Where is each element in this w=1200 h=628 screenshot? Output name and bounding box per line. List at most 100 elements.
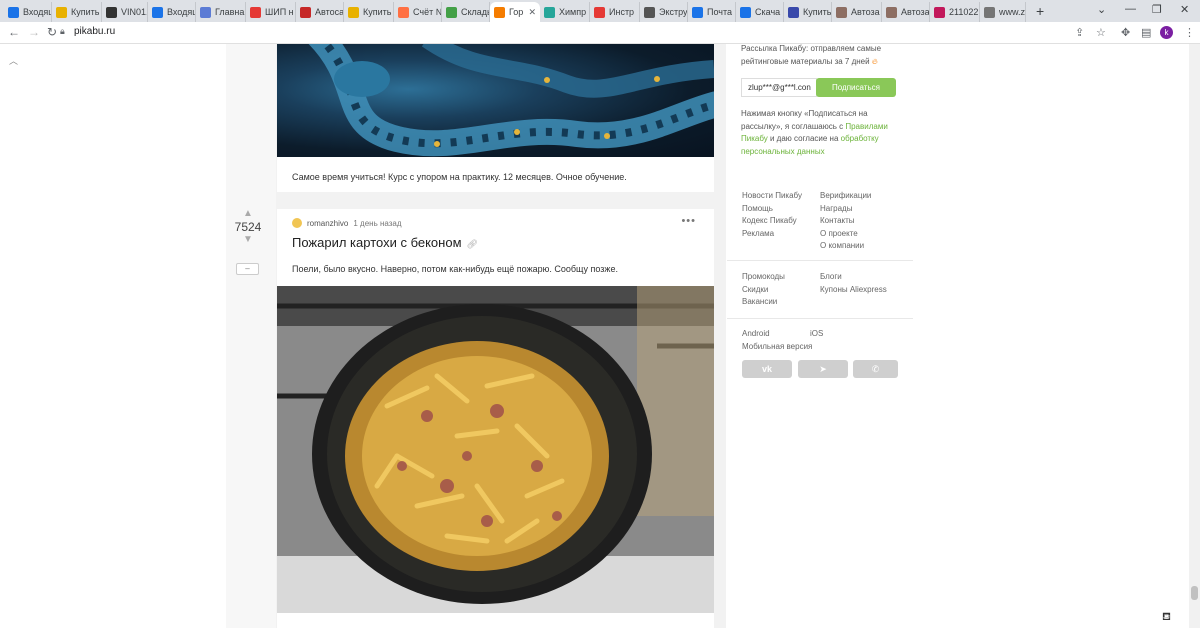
profile-avatar[interactable]: k <box>1160 26 1173 39</box>
browser-toolbar: ← → ↻ 🔒︎ pikabu.ru ⇪ ☆ ✥ ▤ k ⋮ <box>0 22 1200 44</box>
author-name[interactable]: romanzhivo <box>307 219 348 228</box>
browser-menu-icon[interactable]: ⋮ <box>1184 26 1195 39</box>
mobile-version-link[interactable]: Мобильная версия <box>742 342 812 351</box>
close-tab-icon[interactable]: ✕ <box>528 7 536 18</box>
telegram-icon: ➤ <box>819 364 827 374</box>
telegram-button[interactable]: ➤ <box>798 360 848 378</box>
bookmark-star-icon[interactable]: ☆ <box>1096 26 1106 39</box>
footer-link[interactable]: Промокоды <box>742 272 785 281</box>
snake-image[interactable] <box>277 44 714 157</box>
vk-icon: vk <box>761 364 772 374</box>
downvote-icon[interactable]: ▼ <box>233 235 263 245</box>
restore-icon[interactable]: ❐ <box>1152 3 1162 16</box>
subscribe-button[interactable]: Подписаться <box>816 78 896 97</box>
browser-tab[interactable]: Входящ <box>148 2 196 22</box>
download-icon <box>740 6 751 18</box>
vk-button[interactable]: vk <box>742 360 792 378</box>
minimize-icon[interactable]: — <box>1125 3 1136 15</box>
sidebar-divider <box>727 260 913 261</box>
upvote-icon[interactable]: ▲ <box>233 209 263 219</box>
footer-link[interactable]: Скидки <box>742 285 768 294</box>
paint-bucket-icon[interactable]: ⛾ <box>1162 611 1171 625</box>
footer-link[interactable]: Контакты <box>820 216 855 225</box>
ad-caption[interactable]: Самое время учиться! Курс с упором на пр… <box>292 172 627 182</box>
new-tab-button[interactable]: + <box>1036 3 1044 19</box>
browser-tab[interactable]: ШИП н <box>246 2 296 22</box>
browser-tab-strip: Входящ Купить VIN01.r Входящ Главна ШИП н Авто… <box>0 0 1200 22</box>
link-icon[interactable]: 🔗︎ <box>467 239 478 249</box>
lock-icon[interactable]: 🔒︎ <box>60 26 65 37</box>
more-options-icon[interactable]: ••• <box>681 215 696 227</box>
fire-icon: 🔥︎ <box>871 56 878 66</box>
footer-link[interactable]: О компании <box>820 241 864 250</box>
author-avatar[interactable] <box>292 218 302 228</box>
browser-tab[interactable]: Счёт № <box>394 2 442 22</box>
newsletter-text: Рассылка Пикабу: отправляем самые рейтин… <box>741 43 901 68</box>
address-bar[interactable]: pikabu.ru <box>74 26 115 37</box>
tab-label: www.z <box>999 7 1026 17</box>
tab-label: Входящ <box>23 7 51 17</box>
rating-value: 7524 <box>234 220 262 234</box>
browser-tab[interactable]: Скача <box>736 2 784 22</box>
post-title[interactable]: Пожарил картохи с беконом 🔗︎ <box>292 235 478 250</box>
post-title-text[interactable]: Пожарил картохи с беконом <box>292 235 462 250</box>
vote-widget: ▲ 7524 ▼ <box>233 209 263 245</box>
close-window-icon[interactable]: ✕ <box>1180 3 1189 16</box>
browser-tab[interactable]: Почта <box>688 2 736 22</box>
newsletter-email-input[interactable]: zlup***@g***l.con <box>741 78 817 97</box>
browser-tab[interactable]: Автоза <box>882 2 930 22</box>
footer-link[interactable]: Новости Пикабу <box>742 191 802 200</box>
wiki-icon <box>644 6 655 18</box>
scrollbar-thumb[interactable] <box>1191 586 1198 600</box>
tab-search-icon[interactable]: ⌄ <box>1097 3 1106 16</box>
reading-list-icon[interactable]: ▤ <box>1141 26 1151 39</box>
browser-tab[interactable]: 211022 <box>930 2 980 22</box>
post-card: romanzhivo 1 день назад ••• Пожарил карт… <box>277 209 714 628</box>
android-link[interactable]: Android <box>742 329 770 338</box>
browser-tab[interactable]: Купить <box>344 2 394 22</box>
site-icon <box>788 6 799 18</box>
browser-tab[interactable]: Главна <box>196 2 246 22</box>
tab-label: Автоза <box>901 7 930 17</box>
footer-link[interactable]: О проекте <box>820 229 858 238</box>
ios-link[interactable]: iOS <box>810 329 823 338</box>
browser-tab[interactable]: Автоза <box>832 2 882 22</box>
browser-tab[interactable]: www.z <box>980 2 1026 22</box>
footer-link[interactable]: Кодекс Пикабу <box>742 216 797 225</box>
viber-button[interactable]: ✆ <box>853 360 898 378</box>
tab-label: Химпр <box>559 7 587 17</box>
extensions-icon[interactable]: ✥ <box>1121 26 1130 39</box>
browser-tab[interactable]: Автоса <box>296 2 344 22</box>
collapse-post-button[interactable]: – <box>236 263 259 275</box>
footer-link[interactable]: Помощь <box>742 204 773 213</box>
post-meta: romanzhivo 1 день назад <box>292 218 402 228</box>
footer-link[interactable]: Купоны Aliexpress <box>820 285 887 294</box>
site-icon <box>544 6 555 18</box>
tab-label: Почта <box>707 7 732 17</box>
fried-potatoes-photo[interactable] <box>277 286 714 613</box>
share-icon[interactable]: ⇪ <box>1075 26 1084 39</box>
browser-tab[interactable]: Купить <box>52 2 102 22</box>
browser-tab[interactable]: Входящ <box>4 2 52 22</box>
footer-link[interactable]: Вакансии <box>742 297 777 306</box>
footer-link[interactable]: Верификации <box>820 191 871 200</box>
back-icon[interactable]: ← <box>8 25 20 39</box>
browser-tab[interactable]: Химпр <box>540 2 590 22</box>
scroll-up-chevron-icon[interactable]: ︿ <box>9 54 18 67</box>
browser-tab[interactable]: Купить <box>784 2 832 22</box>
shop-icon <box>348 6 359 18</box>
browser-tab[interactable]: Экстру <box>640 2 688 22</box>
browser-tab[interactable]: VIN01.r <box>102 2 148 22</box>
footer-link[interactable]: Награды <box>820 204 852 213</box>
site-icon <box>446 6 457 18</box>
browser-tab[interactable]: Гор ✕ <box>490 2 540 22</box>
scrollbar[interactable] <box>1189 44 1200 628</box>
footer-link[interactable]: Блоги <box>820 272 842 281</box>
browser-tab[interactable]: Инстр <box>590 2 640 22</box>
site-icon <box>200 6 211 18</box>
footer-link[interactable]: Реклама <box>742 229 774 238</box>
forward-icon[interactable]: → <box>28 25 40 39</box>
reload-icon[interactable]: ↻ <box>47 25 57 39</box>
browser-tab[interactable]: Склады <box>442 2 490 22</box>
tab-label: Скача <box>755 7 781 17</box>
